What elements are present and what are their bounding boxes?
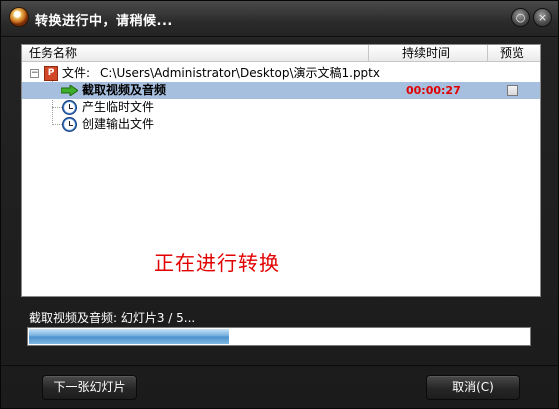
task-label: 截取视频及音频 [82, 83, 167, 97]
column-divider[interactable] [368, 45, 369, 62]
window-title: 转换进行中，请稍候... [35, 14, 173, 29]
progress-bar [27, 327, 531, 346]
preview-checkbox[interactable] [507, 85, 518, 96]
task-row-output-file[interactable]: 创建输出文件 [22, 116, 540, 133]
cancel-button[interactable]: 取消(C) [426, 375, 520, 400]
close-button[interactable]: × [533, 8, 552, 27]
progress-bar-fill [29, 329, 229, 344]
alarm-clock-icon [62, 100, 77, 115]
file-path: C:\Users\Administrator\Desktop\演示文稿1.ppt… [100, 66, 380, 80]
minimize-button[interactable]: ○ [511, 8, 530, 27]
task-label: 创建输出文件 [82, 117, 155, 131]
collapse-toggle-icon[interactable]: − [30, 69, 39, 78]
file-row[interactable]: − P 文件: C:\Users\Administrator\Desktop\演… [22, 65, 540, 82]
pptx-file-icon: P [44, 66, 58, 81]
conversion-dialog: 转换进行中，请稍候... ○ × 任务名称 持续时间 预览 − P 文件: C:… [0, 0, 559, 409]
task-list-header: 任务名称 持续时间 预览 [22, 45, 540, 62]
conversion-status-message: 正在进行转换 [154, 251, 280, 275]
file-label: 文件: [62, 66, 91, 80]
task-row-temp-files[interactable]: 产生临时文件 [22, 99, 540, 116]
alarm-clock-icon [62, 117, 77, 132]
task-list-panel: 任务名称 持续时间 预览 − P 文件: C:\Users\Administra… [21, 44, 541, 297]
progress-status-text: 截取视频及音频: 幻灯片3 / 5... [29, 311, 196, 325]
column-header-duration[interactable]: 持续时间 [402, 46, 450, 62]
app-logo-icon [9, 7, 29, 27]
column-header-task-name[interactable]: 任务名称 [29, 46, 77, 62]
task-row-capture[interactable]: 截取视频及音频 00:00:27 [22, 82, 540, 99]
task-label: 产生临时文件 [82, 100, 155, 114]
next-slide-button[interactable]: 下一张幻灯片 [42, 375, 137, 400]
green-arrow-icon [61, 85, 78, 96]
task-duration: 00:00:27 [406, 84, 461, 97]
column-divider[interactable] [487, 45, 488, 62]
title-bar[interactable]: 转换进行中，请稍候... ○ × [1, 1, 558, 37]
column-header-preview[interactable]: 预览 [500, 46, 524, 62]
footer-divider [1, 365, 558, 366]
